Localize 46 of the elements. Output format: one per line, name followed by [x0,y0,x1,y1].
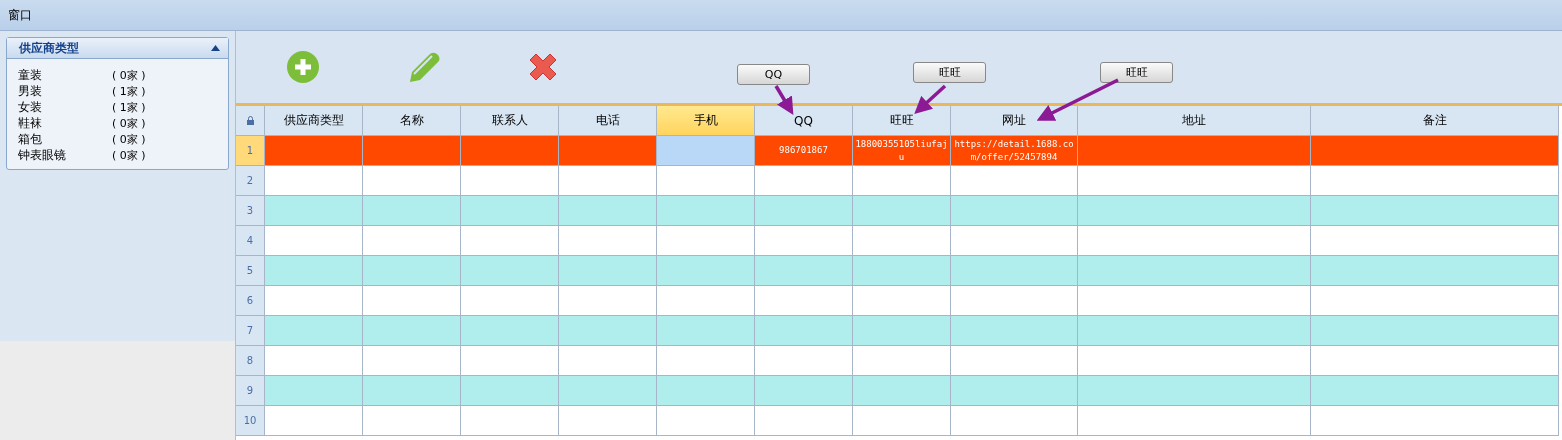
row-number[interactable]: 8 [236,346,265,376]
table-cell: 18800355105liufaju [853,136,951,166]
category-name[interactable]: 男装 [18,82,112,100]
callout-button[interactable]: 旺旺 [1100,62,1173,83]
row-number[interactable]: 7 [236,316,265,346]
collapse-icon[interactable] [211,45,220,51]
column-header[interactable]: 供应商类型 [265,106,363,136]
group-header[interactable]: 供应商类型 [7,38,228,59]
row-number[interactable]: 4 [236,226,265,256]
category-name[interactable]: 钟表眼镜 [18,146,112,164]
category-count: ( 0家 ) [112,115,146,131]
category-count: ( 0家 ) [112,67,146,83]
row-number[interactable]: 1 [236,136,265,166]
group-title: 供应商类型 [19,39,79,57]
lock-icon [246,116,254,125]
column-header[interactable]: 名称 [363,106,461,136]
column-header[interactable]: 备注 [1311,106,1559,136]
column-header[interactable]: 手机 [657,106,755,136]
column-header[interactable]: QQ [755,106,853,136]
row-number[interactable]: 3 [236,196,265,226]
category-name[interactable]: 鞋袜 [18,114,112,132]
row-number[interactable]: 5 [236,256,265,286]
category-count: ( 1家 ) [112,83,146,99]
row-number[interactable]: 2 [236,166,265,196]
category-count: ( 1家 ) [112,99,146,115]
annotation-arrow [774,85,794,115]
table-cell: https://detail.1688.com/offer/52457894 [951,136,1078,166]
category-name[interactable]: 箱包 [18,130,112,148]
plus-circle-icon [286,50,320,84]
callout-button[interactable]: 旺旺 [913,62,986,83]
column-header[interactable]: 地址 [1078,106,1311,136]
row-number[interactable]: 9 [236,376,265,406]
column-header[interactable]: 电话 [559,106,657,136]
category-count: ( 0家 ) [112,131,146,147]
category-name[interactable]: 女装 [18,98,112,116]
callout-button[interactable]: QQ [737,64,810,85]
row-number[interactable]: 6 [236,286,265,316]
window-title: 窗口 [8,6,32,24]
row-number[interactable]: 10 [236,406,265,436]
category-count: ( 0家 ) [112,147,146,163]
annotation-arrow [914,84,947,115]
table-cell: 986701867 [755,136,853,166]
category-name[interactable]: 童装 [18,66,112,84]
column-header[interactable]: 网址 [951,106,1078,136]
column-header[interactable]: 旺旺 [853,106,951,136]
column-header[interactable]: 联系人 [461,106,559,136]
